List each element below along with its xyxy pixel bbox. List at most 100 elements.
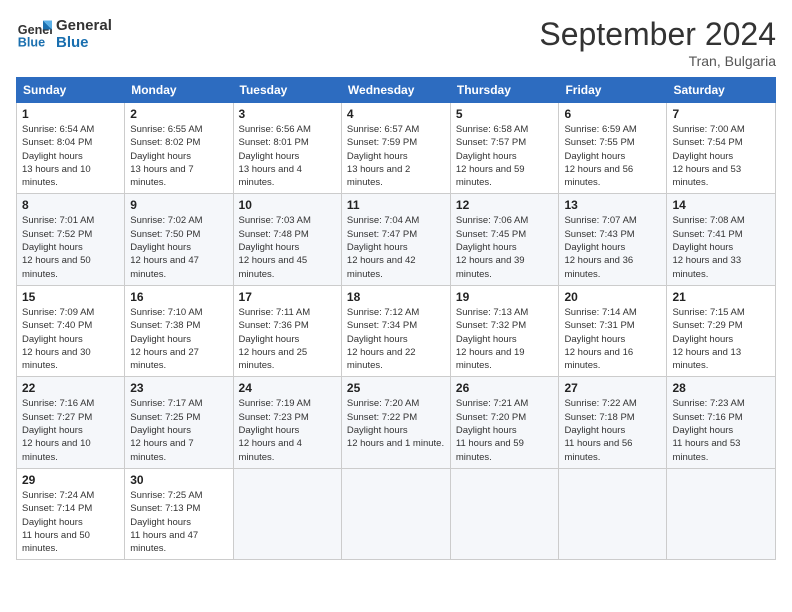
calendar-cell: 5 Sunrise: 6:58 AMSunset: 7:57 PMDaylight… <box>450 103 559 194</box>
day-info: Sunrise: 7:23 AMSunset: 7:16 PMDaylight … <box>672 397 770 463</box>
day-number: 5 <box>456 107 554 121</box>
calendar-cell: 18 Sunrise: 7:12 AMSunset: 7:34 PMDayligh… <box>341 285 450 376</box>
logo-icon: General Blue <box>16 16 52 52</box>
day-info: Sunrise: 7:01 AMSunset: 7:52 PMDaylight … <box>22 214 119 280</box>
day-number: 19 <box>456 290 554 304</box>
calendar-cell <box>450 468 559 559</box>
day-info: Sunrise: 7:09 AMSunset: 7:40 PMDaylight … <box>22 306 119 372</box>
day-info: Sunrise: 7:08 AMSunset: 7:41 PMDaylight … <box>672 214 770 280</box>
day-info: Sunrise: 7:03 AMSunset: 7:48 PMDaylight … <box>239 214 336 280</box>
calendar-cell: 3 Sunrise: 6:56 AMSunset: 8:01 PMDaylight… <box>233 103 341 194</box>
calendar-week-2: 8 Sunrise: 7:01 AMSunset: 7:52 PMDaylight… <box>17 194 776 285</box>
day-number: 17 <box>239 290 336 304</box>
calendar-cell: 15 Sunrise: 7:09 AMSunset: 7:40 PMDayligh… <box>17 285 125 376</box>
calendar-cell: 27 Sunrise: 7:22 AMSunset: 7:18 PMDayligh… <box>559 377 667 468</box>
svg-text:Blue: Blue <box>18 36 45 50</box>
day-info: Sunrise: 7:25 AMSunset: 7:13 PMDaylight … <box>130 489 227 555</box>
day-number: 26 <box>456 381 554 395</box>
day-info: Sunrise: 7:10 AMSunset: 7:38 PMDaylight … <box>130 306 227 372</box>
calendar-cell <box>341 468 450 559</box>
day-number: 22 <box>22 381 119 395</box>
day-info: Sunrise: 7:14 AMSunset: 7:31 PMDaylight … <box>564 306 661 372</box>
calendar-cell <box>233 468 341 559</box>
day-number: 6 <box>564 107 661 121</box>
day-number: 15 <box>22 290 119 304</box>
day-info: Sunrise: 7:19 AMSunset: 7:23 PMDaylight … <box>239 397 336 463</box>
calendar-cell: 20Sunrise: 7:14 AMSunset: 7:31 PMDayligh… <box>559 285 667 376</box>
day-info: Sunrise: 6:56 AMSunset: 8:01 PMDaylight … <box>239 123 336 189</box>
day-number: 25 <box>347 381 445 395</box>
day-info: Sunrise: 7:02 AMSunset: 7:50 PMDaylight … <box>130 214 227 280</box>
calendar-cell <box>667 468 776 559</box>
calendar-week-1: 1 Sunrise: 6:54 AMSunset: 8:04 PMDaylight… <box>17 103 776 194</box>
logo-general: General <box>56 17 112 34</box>
day-number: 13 <box>564 198 661 212</box>
day-info: Sunrise: 7:12 AMSunset: 7:34 PMDaylight … <box>347 306 445 372</box>
title-block: September 2024 Tran, Bulgaria <box>539 16 776 69</box>
day-number: 28 <box>672 381 770 395</box>
calendar: SundayMondayTuesdayWednesdayThursdayFrid… <box>16 77 776 560</box>
month-title: September 2024 <box>539 16 776 53</box>
day-number: 24 <box>239 381 336 395</box>
day-info: Sunrise: 6:59 AMSunset: 7:55 PMDaylight … <box>564 123 661 189</box>
calendar-cell: 4 Sunrise: 6:57 AMSunset: 7:59 PMDaylight… <box>341 103 450 194</box>
day-number: 23 <box>130 381 227 395</box>
day-number: 1 <box>22 107 119 121</box>
day-info: Sunrise: 7:16 AMSunset: 7:27 PMDaylight … <box>22 397 119 463</box>
day-number: 14 <box>672 198 770 212</box>
day-info: Sunrise: 7:04 AMSunset: 7:47 PMDaylight … <box>347 214 445 280</box>
calendar-cell: 7Sunrise: 7:00 AMSunset: 7:54 PMDaylight… <box>667 103 776 194</box>
day-info: Sunrise: 6:54 AMSunset: 8:04 PMDaylight … <box>22 123 119 189</box>
header-saturday: Saturday <box>667 78 776 103</box>
calendar-cell: 1 Sunrise: 6:54 AMSunset: 8:04 PMDaylight… <box>17 103 125 194</box>
location-title: Tran, Bulgaria <box>539 53 776 69</box>
day-number: 12 <box>456 198 554 212</box>
calendar-week-5: 29Sunrise: 7:24 AMSunset: 7:14 PMDayligh… <box>17 468 776 559</box>
calendar-cell: 12 Sunrise: 7:06 AMSunset: 7:45 PMDayligh… <box>450 194 559 285</box>
day-info: Sunrise: 7:22 AMSunset: 7:18 PMDaylight … <box>564 397 661 463</box>
calendar-cell: 21 Sunrise: 7:15 AMSunset: 7:29 PMDayligh… <box>667 285 776 376</box>
day-info: Sunrise: 7:07 AMSunset: 7:43 PMDaylight … <box>564 214 661 280</box>
header-friday: Friday <box>559 78 667 103</box>
day-number: 10 <box>239 198 336 212</box>
calendar-cell: 14 Sunrise: 7:08 AMSunset: 7:41 PMDayligh… <box>667 194 776 285</box>
logo: General Blue General Blue <box>16 16 112 52</box>
day-number: 18 <box>347 290 445 304</box>
calendar-cell: 6 Sunrise: 6:59 AMSunset: 7:55 PMDaylight… <box>559 103 667 194</box>
day-info: Sunrise: 7:17 AMSunset: 7:25 PMDaylight … <box>130 397 227 463</box>
day-number: 4 <box>347 107 445 121</box>
calendar-cell: 26Sunrise: 7:21 AMSunset: 7:20 PMDayligh… <box>450 377 559 468</box>
day-info: Sunrise: 7:11 AMSunset: 7:36 PMDaylight … <box>239 306 336 372</box>
day-number: 11 <box>347 198 445 212</box>
calendar-week-4: 22 Sunrise: 7:16 AMSunset: 7:27 PMDayligh… <box>17 377 776 468</box>
calendar-cell: 29Sunrise: 7:24 AMSunset: 7:14 PMDayligh… <box>17 468 125 559</box>
header-thursday: Thursday <box>450 78 559 103</box>
header-wednesday: Wednesday <box>341 78 450 103</box>
calendar-cell: 28 Sunrise: 7:23 AMSunset: 7:16 PMDayligh… <box>667 377 776 468</box>
header-tuesday: Tuesday <box>233 78 341 103</box>
day-number: 27 <box>564 381 661 395</box>
day-number: 9 <box>130 198 227 212</box>
day-info: Sunrise: 7:06 AMSunset: 7:45 PMDaylight … <box>456 214 554 280</box>
day-number: 16 <box>130 290 227 304</box>
header-sunday: Sunday <box>17 78 125 103</box>
calendar-cell: 13 Sunrise: 7:07 AMSunset: 7:43 PMDayligh… <box>559 194 667 285</box>
day-number: 21 <box>672 290 770 304</box>
calendar-header-row: SundayMondayTuesdayWednesdayThursdayFrid… <box>17 78 776 103</box>
calendar-cell: 10 Sunrise: 7:03 AMSunset: 7:48 PMDayligh… <box>233 194 341 285</box>
calendar-cell: 24 Sunrise: 7:19 AMSunset: 7:23 PMDayligh… <box>233 377 341 468</box>
calendar-cell: 11 Sunrise: 7:04 AMSunset: 7:47 PMDayligh… <box>341 194 450 285</box>
day-number: 8 <box>22 198 119 212</box>
calendar-cell: 2Sunrise: 6:55 AMSunset: 8:02 PMDaylight… <box>125 103 233 194</box>
day-info: Sunrise: 6:57 AMSunset: 7:59 PMDaylight … <box>347 123 445 189</box>
calendar-cell: 22 Sunrise: 7:16 AMSunset: 7:27 PMDayligh… <box>17 377 125 468</box>
day-number: 30 <box>130 473 227 487</box>
logo-blue: Blue <box>56 34 112 51</box>
day-info: Sunrise: 6:58 AMSunset: 7:57 PMDaylight … <box>456 123 554 189</box>
calendar-cell: 16 Sunrise: 7:10 AMSunset: 7:38 PMDayligh… <box>125 285 233 376</box>
calendar-cell: 25 Sunrise: 7:20 AMSunset: 7:22 PMDayligh… <box>341 377 450 468</box>
day-info: Sunrise: 7:20 AMSunset: 7:22 PMDaylight … <box>347 397 445 450</box>
header-monday: Monday <box>125 78 233 103</box>
day-number: 3 <box>239 107 336 121</box>
day-info: Sunrise: 7:15 AMSunset: 7:29 PMDaylight … <box>672 306 770 372</box>
